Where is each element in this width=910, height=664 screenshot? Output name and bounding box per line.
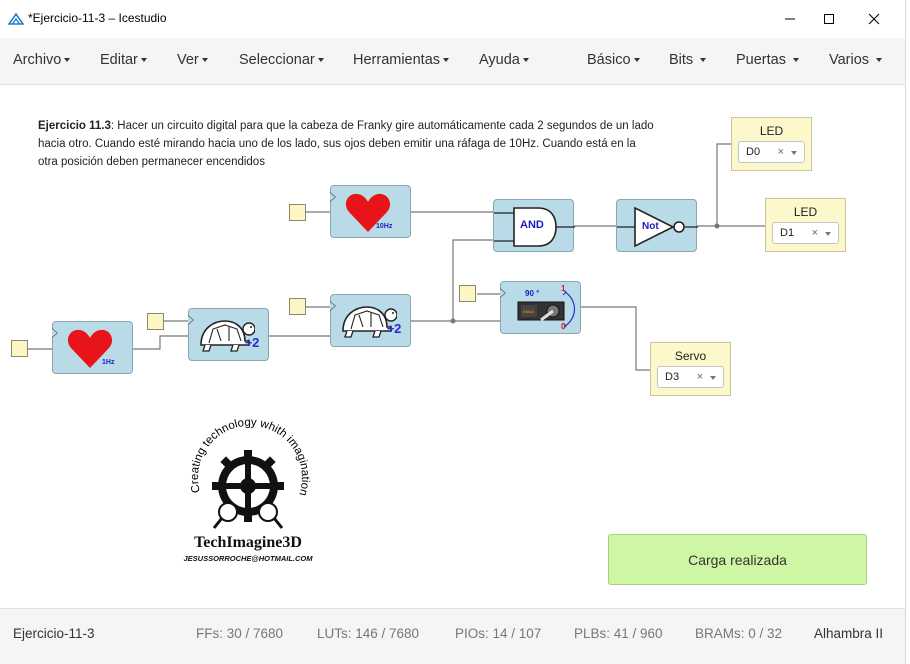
techimagine3d-logo: Creating technology whith imagination Te…: [178, 412, 318, 566]
menu-puertas[interactable]: Puertas: [736, 52, 800, 68]
clock-input-icon: [330, 301, 336, 311]
servo-block[interactable]: EMAX 90 ° 1 0: [500, 281, 581, 334]
pios-stat: PIOs: 14 / 107: [455, 626, 542, 641]
constant-input[interactable]: [147, 313, 164, 330]
luts-stat: LUTs: 146 / 7680: [317, 626, 420, 641]
junction-dot: [714, 223, 720, 229]
pin-value: D1: [780, 227, 795, 239]
and-gate-block[interactable]: AND: [493, 199, 575, 252]
maximize-button[interactable]: [806, 0, 852, 38]
caret-down-icon: [793, 58, 800, 63]
clock-input-icon: [330, 192, 336, 202]
logo-email: JESUSSORROCHE@HOTMAIL.COM: [183, 554, 313, 563]
pin-title: Servo: [674, 349, 707, 363]
menu-ayuda[interactable]: Ayuda: [479, 52, 529, 68]
close-icon: [868, 13, 880, 25]
caret-down-icon: [522, 58, 529, 63]
constant-input[interactable]: [289, 298, 306, 315]
svg-text:EMAX: EMAX: [523, 309, 535, 314]
board-name: Alhambra II: [813, 626, 883, 641]
caret-down-icon: [443, 58, 450, 63]
maximize-icon: [824, 14, 834, 24]
servo-low-label: 0: [561, 322, 566, 331]
window-title: *Ejercicio-11-3 – Icestudio: [28, 11, 167, 25]
menu-basico[interactable]: Básico: [587, 52, 640, 68]
heartbeat-10hz-block[interactable]: 10Hz: [330, 185, 411, 238]
design-canvas[interactable]: Ejercicio 11.3: Hacer un circuito digita…: [0, 85, 905, 608]
turtle-divider-block[interactable]: ÷2: [330, 294, 411, 347]
wire: [133, 335, 188, 350]
servo-d3-output-pin[interactable]: Servo D3 ×: [650, 342, 731, 396]
dropdown-arrow-icon[interactable]: [825, 232, 831, 236]
servo-icon: EMAX: [517, 289, 575, 330]
frequency-label: 10Hz: [376, 223, 393, 230]
clock-input-icon: [52, 328, 58, 338]
icestudio-logo-icon: [8, 12, 24, 25]
pin-value: D0: [746, 146, 761, 158]
pin-title: LED: [793, 205, 818, 219]
project-name: Ejercicio-11-3: [13, 626, 95, 641]
menu-bits[interactable]: Bits: [669, 52, 707, 68]
wire: [452, 239, 493, 321]
ffs-stat: FFs: 30 / 7680: [196, 626, 284, 641]
caret-down-icon: [317, 58, 324, 63]
heartbeat-1hz-block[interactable]: 1Hz: [52, 321, 133, 374]
clear-icon[interactable]: ×: [697, 371, 703, 383]
caret-down-icon: [64, 58, 71, 63]
upload-complete-toast[interactable]: Carga realizada: [608, 534, 867, 585]
constant-input[interactable]: [459, 285, 476, 302]
dropdown-arrow-icon[interactable]: [710, 376, 716, 380]
pin-select[interactable]: D3 ×: [657, 366, 724, 388]
junction-dot: [450, 318, 456, 324]
close-button[interactable]: [851, 0, 897, 38]
menu-herramientas[interactable]: Herramientas: [353, 52, 450, 68]
constant-input[interactable]: [289, 204, 306, 221]
pin-select[interactable]: D0 ×: [738, 141, 805, 163]
pin-title: LED: [759, 124, 784, 138]
brams-stat: BRAMs: 0 / 32: [695, 626, 783, 641]
caret-down-icon: [876, 58, 883, 63]
led-d1-output-pin[interactable]: LED D1 ×: [765, 198, 846, 252]
menu-editar[interactable]: Editar: [100, 52, 147, 68]
caret-down-icon: [201, 58, 208, 63]
constant-input[interactable]: [11, 340, 28, 357]
clear-icon[interactable]: ×: [778, 146, 784, 158]
caret-down-icon: [140, 58, 147, 63]
servo-angle-label: 90 °: [525, 289, 540, 298]
clock-input-icon: [188, 315, 194, 325]
not-label: Not: [642, 221, 659, 232]
toast-text: Carga realizada: [688, 551, 787, 568]
not-gate-block[interactable]: Not: [616, 199, 698, 252]
menu-ver[interactable]: Ver: [177, 52, 208, 68]
caret-down-icon: [700, 58, 707, 63]
menu-varios[interactable]: Varios: [829, 52, 883, 68]
gear-logo-icon: Creating technology whith imagination: [189, 417, 311, 529]
wire: [581, 306, 650, 371]
logo-brand: TechImagine3D: [194, 534, 302, 551]
led-d0-output-pin[interactable]: LED D0 ×: [731, 117, 812, 171]
frequency-label: 1Hz: [102, 359, 115, 366]
pin-value: D3: [665, 371, 680, 383]
plbs-stat: PLBs: 41 / 960: [574, 626, 663, 641]
and-label: AND: [520, 219, 544, 231]
app-window: *Ejercicio-11-3 – Icestudio Archivo Edit…: [0, 0, 906, 664]
wire: [716, 143, 731, 226]
status-bar: Ejercicio-11-3 FFs: 30 / 7680 LUTs: 146 …: [0, 608, 905, 664]
dropdown-arrow-icon[interactable]: [791, 151, 797, 155]
pin-select[interactable]: D1 ×: [772, 222, 839, 244]
menu-seleccionar[interactable]: Seleccionar: [239, 52, 324, 68]
turtle-divider-block[interactable]: ÷2: [188, 308, 269, 361]
menu-archivo[interactable]: Archivo: [13, 52, 71, 68]
clear-icon[interactable]: ×: [812, 227, 818, 239]
caret-down-icon: [633, 58, 640, 63]
title-bar: *Ejercicio-11-3 – Icestudio: [0, 0, 905, 38]
servo-high-label: 1: [561, 284, 566, 293]
divide-label: ÷2: [387, 321, 402, 336]
menu-bar: Archivo Editar Ver Seleccionar Herramien…: [0, 38, 905, 85]
minimize-icon: [785, 18, 795, 20]
divide-label: ÷2: [245, 335, 260, 350]
